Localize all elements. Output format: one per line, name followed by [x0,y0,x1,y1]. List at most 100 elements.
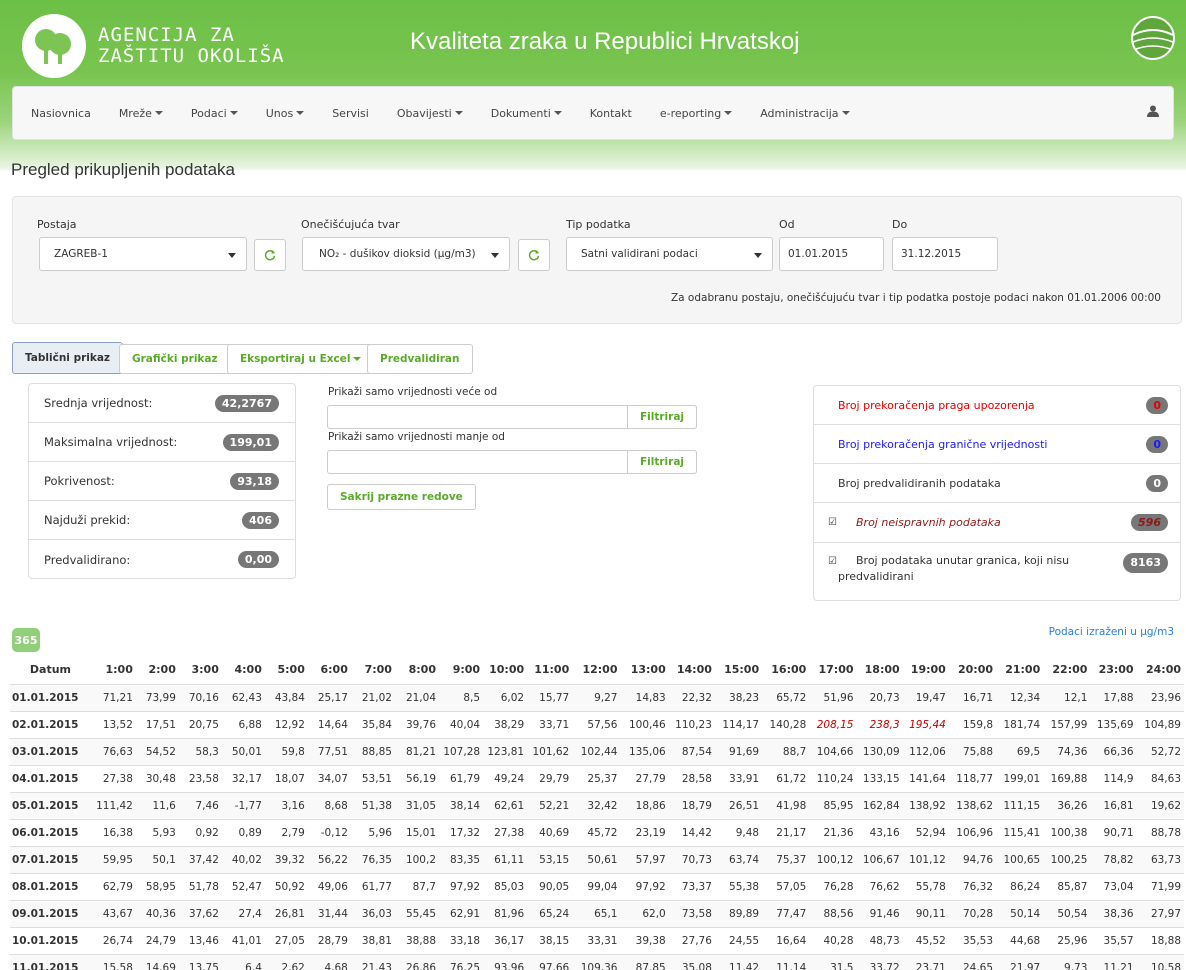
value-cell: 100,25 [1043,845,1091,873]
caret-down-icon [353,357,362,361]
value-cell: 65,24 [527,899,573,927]
checkbox-checked-icon[interactable]: ☑ [828,554,837,570]
value-cell: 106,96 [948,818,997,846]
to-date-input[interactable]: 31.12.2015 [892,237,998,271]
value-cell: 20,75 [178,710,222,738]
from-label: Od [779,218,795,231]
prevalidated-button[interactable]: Predvalidiran [367,344,473,374]
nav-item-mreze[interactable]: Mreže [119,107,163,120]
value-cell: 16,71 [948,683,997,711]
count-label: Broj neispravnih podataka [856,516,1001,529]
value-cell: 13,52 [93,710,136,738]
count-not-prevalidated: ☑ Broj podataka unutar granica, koji nis… [814,543,1180,599]
filter-less-button[interactable]: Filtriraj [627,450,697,474]
value-cell: 85,95 [809,791,857,819]
nav-item-e-reporting[interactable]: e-reporting [660,107,733,120]
tab-label: Grafički prikaz [132,353,218,365]
nav-item-kontakt[interactable]: Kontakt [590,107,632,120]
value-cell: 38,88 [394,926,439,954]
value-cell: 52,47 [221,872,265,900]
value-cell: 90,71 [1090,818,1137,846]
nav-item-obavijesti[interactable]: Obavijesti [397,107,463,120]
count-badge: 8163 [1123,553,1168,573]
nav-item-servisi[interactable]: Servisi [332,107,369,120]
value-cell: 111,42 [93,791,136,819]
value-cell: 11,21 [1090,953,1137,970]
nav-item-nasiovnica[interactable]: Nasiovnica [31,107,91,120]
tab-chart-view[interactable]: Grafički prikaz [119,344,231,374]
from-date-input[interactable]: 01.01.2015 [779,237,884,271]
value-cell: 88,56 [809,899,857,927]
value-cell: 30,48 [135,764,179,792]
value-cell: 62,79 [93,872,136,900]
tab-label: Predvalidiran [380,353,460,365]
value-cell: 157,99 [1043,710,1091,738]
value-cell: 58,95 [135,872,179,900]
stat-badge: 0,00 [237,551,279,568]
value-cell: 100,38 [1043,818,1091,846]
station-value: ZAGREB-1 [54,248,108,260]
nav-item-unos[interactable]: Unos [265,106,305,120]
hide-empty-rows-button[interactable]: Sakrij prazne redove [327,484,476,510]
value-cell: 195,44 [902,710,949,738]
value-cell: 50,1 [135,845,179,873]
value-cell: 38,15 [527,926,573,954]
stat-badge: 42,2767 [214,394,279,412]
logo[interactable]: AGENCIJA ZA ZAŠTITU OKOLIŠA [22,14,285,78]
column-header-hour: 3:00 [191,663,219,677]
value-cell: 73,37 [668,872,715,900]
value-cell: 70,28 [948,899,997,927]
nav-item-dokumenti[interactable]: Dokumenti [491,107,562,120]
value-cell: 13,46 [178,926,222,954]
table-row: 10.01.2015 26,74 24,79 13,46 41,01 27,05 28,79… [10,926,1184,954]
nav-label: Servisi [332,106,369,120]
export-excel-button[interactable]: Eksportiraj u Excel [227,344,375,374]
station-refresh-button[interactable] [254,239,286,271]
value-cell: 18,88 [1136,926,1184,954]
nav-label: Kontakt [589,106,632,120]
value-cell: 16,81 [1090,791,1137,819]
stat-label: Predvalidirano: [44,552,131,567]
checkbox-checked-icon[interactable]: ☑ [828,517,837,528]
value-cell: 100,12 [809,845,857,873]
pollutant-refresh-button[interactable] [518,239,550,271]
value-cell: 65,1 [572,899,621,927]
nav-label: Unos [265,106,294,120]
value-cell: 38,81 [350,926,395,954]
value-cell: 76,63 [93,737,136,765]
value-cell: 87,85 [620,953,669,970]
date-cell: 04.01.2015 [10,764,94,792]
counts-panel: Broj prekoračenja praga upozorenja 0 Bro… [813,385,1181,601]
count-badge: 0 [1146,474,1168,492]
value-cell: 21,43 [350,953,395,970]
stat-label: Pokrivenost: [44,474,115,488]
station-select[interactable]: ZAGREB-1 [39,237,247,271]
type-label: Tip podatka [566,218,631,231]
date-cell: 03.01.2015 [10,737,94,765]
less-than-input[interactable]: Filtriraj [327,450,697,474]
greater-than-input[interactable]: Filtriraj [327,405,697,429]
value-cell: 87,7 [394,872,439,900]
type-select[interactable]: Satni validirani podaci [566,237,773,271]
value-cell: 61,77 [350,872,395,900]
tab-table-view[interactable]: Tablični prikaz [12,342,124,374]
value-cell: 32,42 [572,791,621,819]
value-cell: 14,69 [135,953,179,970]
logo-line-1: AGENCIJA ZA [98,24,235,46]
nav-item-podaci[interactable]: Podaci [191,107,238,120]
value-cell: 53,15 [527,845,573,873]
filter-greater-button[interactable]: Filtriraj [627,405,697,429]
date-cell: 05.01.2015 [10,791,94,819]
value-cell: 3,16 [264,791,308,819]
caret-down-icon [229,110,238,115]
pollutant-select[interactable]: NO₂ - dušikov dioksid (μg/m3) [302,237,510,271]
value-cell: 12,1 [1043,683,1091,711]
value-cell: 37,42 [178,845,222,873]
value-cell: 11,6 [135,791,179,819]
value-cell: 133,15 [856,764,903,792]
count-label: Broj podataka unutar granica, koji nisu … [838,554,1070,583]
value-cell: 70,16 [178,683,222,711]
user-icon[interactable] [1147,105,1159,120]
value-cell: 21,04 [394,683,439,711]
nav-item-administracija[interactable]: Administracija [760,107,850,120]
